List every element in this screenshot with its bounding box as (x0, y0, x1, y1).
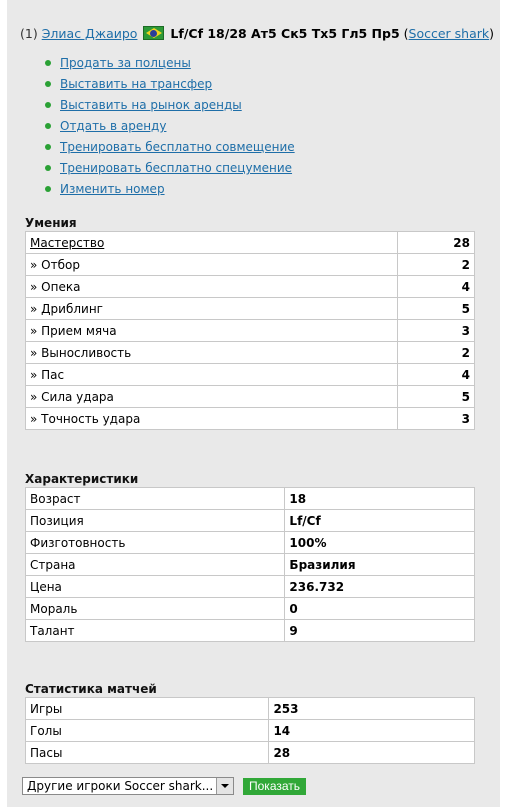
stat-label: Пасы (24, 741, 270, 764)
team-paren-close: ) (489, 26, 495, 41)
chevron-down-icon[interactable] (216, 778, 233, 794)
show-button[interactable]: Показать (243, 777, 307, 795)
table-row: » Пас 4 (24, 363, 475, 386)
table-row: Физготовность 100% (24, 531, 475, 554)
table-row: » Опека 4 (24, 275, 475, 298)
table-row: Пасы 28 (24, 741, 475, 764)
player-number: (1) (20, 26, 38, 41)
skill-value: 2 (397, 253, 475, 276)
table-row: » Точность удара 3 (24, 407, 475, 430)
table-row: Страна Бразилия (24, 553, 475, 576)
char-label: Физготовность (24, 531, 286, 554)
char-label: Мораль (24, 597, 286, 620)
char-value: 18 (284, 487, 475, 510)
stat-value: 253 (268, 697, 475, 720)
train-special-link[interactable]: Тренировать бесплатно спецумение (60, 161, 292, 175)
stat-value: 14 (268, 719, 475, 742)
skill-label[interactable]: Мастерство (30, 236, 104, 250)
table-row: Мораль 0 (24, 597, 475, 620)
table-row: Возраст 18 (24, 487, 475, 510)
table-row: Голы 14 (24, 719, 475, 742)
player-summary: Lf/Cf 18/28 Ат5 Ск5 Тх5 Гл5 Пр5 (170, 26, 400, 41)
skills-table: Мастерство 28 » Отбор 2 » Опека 4 » Дриблин… (24, 231, 475, 430)
skill-label: » Опека (24, 275, 399, 298)
skill-label: » Дриблинг (24, 297, 399, 320)
table-row: » Выносливость 2 (24, 341, 475, 364)
other-players-select[interactable]: Другие игроки Soccer shark... (22, 777, 234, 795)
skill-label: » Точность удара (24, 407, 399, 430)
skills-title: Умения (25, 216, 77, 230)
char-value: Бразилия (284, 553, 475, 576)
table-row: » Прием мяча 3 (24, 319, 475, 342)
table-row: » Дриблинг 5 (24, 297, 475, 320)
stat-label: Игры (24, 697, 270, 720)
char-value: 9 (284, 619, 475, 642)
characteristics-title: Характеристики (25, 472, 139, 486)
char-value: Lf/Cf (284, 509, 475, 532)
char-label: Возраст (24, 487, 286, 510)
action-item: Выставить на трансфер (42, 75, 295, 96)
skill-value: 4 (397, 363, 475, 386)
skill-label: » Пас (24, 363, 399, 386)
char-value: 100% (284, 531, 475, 554)
char-label: Страна (24, 553, 286, 576)
action-item: Тренировать бесплатно спецумение (42, 159, 295, 180)
stat-value: 28 (268, 741, 475, 764)
action-item: Выставить на рынок аренды (42, 96, 295, 117)
skill-value: 3 (397, 407, 475, 430)
action-item: Изменить номер (42, 180, 295, 201)
char-label: Цена (24, 575, 286, 598)
train-combo-link[interactable]: Тренировать бесплатно совмещение (60, 140, 295, 154)
stat-label: Голы (24, 719, 270, 742)
skill-value: 5 (397, 297, 475, 320)
characteristics-table: Возраст 18 Позиция Lf/Cf Физготовность 100%… (24, 487, 475, 642)
skill-value: 28 (397, 231, 475, 254)
char-label: Позиция (24, 509, 286, 532)
sell-half-price-link[interactable]: Продать за полцены (60, 56, 191, 70)
char-value: 0 (284, 597, 475, 620)
table-row: » Сила удара 5 (24, 385, 475, 408)
table-row: Позиция Lf/Cf (24, 509, 475, 532)
skill-label: » Прием мяча (24, 319, 399, 342)
loan-market-link[interactable]: Выставить на рынок аренды (60, 98, 242, 112)
player-panel: (1) Элиас Джаиро Lf/Cf 18/28 Ат5 Ск5 Тх5… (7, 0, 500, 807)
skill-label: » Сила удара (24, 385, 399, 408)
skill-value: 2 (397, 341, 475, 364)
skill-label: » Отбор (24, 253, 399, 276)
change-number-link[interactable]: Изменить номер (60, 182, 165, 196)
player-header: (1) Элиас Джаиро Lf/Cf 18/28 Ат5 Ск5 Тх5… (20, 26, 494, 41)
player-name-link[interactable]: Элиас Джаиро (42, 26, 138, 41)
skill-label: » Выносливость (24, 341, 399, 364)
action-item: Тренировать бесплатно совмещение (42, 138, 295, 159)
transfer-list-link[interactable]: Выставить на трансфер (60, 77, 212, 91)
table-row: » Отбор 2 (24, 253, 475, 276)
skill-value: 3 (397, 319, 475, 342)
table-row: Цена 236.732 (24, 575, 475, 598)
loan-out-link[interactable]: Отдать в аренду (60, 119, 166, 133)
match-stats-title: Статистика матчей (25, 682, 157, 696)
team-link[interactable]: Soccer shark (409, 26, 490, 41)
table-row: Игры 253 (24, 697, 475, 720)
action-item: Отдать в аренду (42, 117, 295, 138)
brazil-flag-icon (143, 26, 165, 40)
match-stats-table: Игры 253 Голы 14 Пасы 28 (24, 697, 475, 764)
skill-value: 5 (397, 385, 475, 408)
skill-value: 4 (397, 275, 475, 298)
action-item: Продать за полцены (42, 54, 295, 75)
char-label: Талант (24, 619, 286, 642)
char-value: 236.732 (284, 575, 475, 598)
table-row: Талант 9 (24, 619, 475, 642)
table-row: Мастерство 28 (24, 231, 475, 254)
other-players-select-value: Другие игроки Soccer shark... (27, 779, 214, 793)
action-list: Продать за полцены Выставить на трансфер… (42, 54, 295, 201)
other-players-bar: Другие игроки Soccer shark... Показать (22, 777, 307, 795)
